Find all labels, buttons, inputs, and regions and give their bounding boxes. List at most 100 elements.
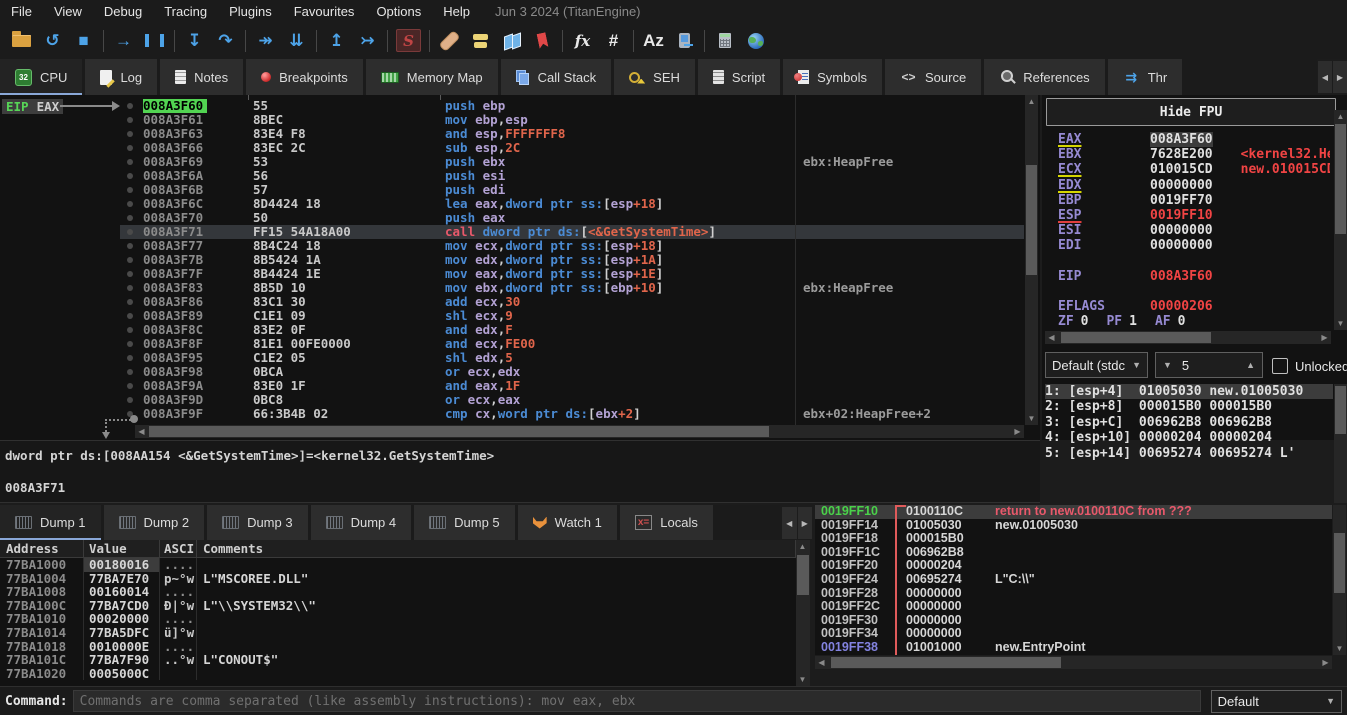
run-swallow-exception-icon[interactable]: ↠ xyxy=(250,27,281,54)
breakpoint-dot[interactable] xyxy=(120,211,143,225)
hash-icon[interactable]: # xyxy=(598,27,629,54)
step-into-icon[interactable]: ↧ xyxy=(179,27,210,54)
menu-view[interactable]: View xyxy=(43,4,93,19)
scroll-left-icon[interactable]: ◀ xyxy=(1045,331,1058,344)
tab-dump-1[interactable]: Dump 1 xyxy=(0,505,101,540)
breakpoint-dot[interactable] xyxy=(120,337,143,351)
breakpoint-dot[interactable] xyxy=(120,365,143,379)
tab-cpu[interactable]: 32CPU xyxy=(0,59,82,95)
dump-row[interactable]: 77BA10180010000E.... xyxy=(0,640,796,654)
scroll-down-icon[interactable]: ▼ xyxy=(1025,412,1038,425)
dump-tab-scroll-right-button[interactable]: ▶ xyxy=(798,507,813,539)
argument-row[interactable]: 3: [esp+C] 006962B8 006962B8 xyxy=(1045,415,1333,430)
tab-seh[interactable]: SEH xyxy=(614,59,695,95)
flag-value[interactable]: 1 xyxy=(1129,314,1137,329)
disasm-row[interactable]: 008A3F9F66:3B4B 02cmp cx,word ptr ds:[eb… xyxy=(120,407,1024,421)
run-to-user-code-icon[interactable]: ↣ xyxy=(352,27,383,54)
execute-till-return-icon[interactable]: ↥ xyxy=(321,27,352,54)
disassembly-vertical-scrollbar[interactable]: ▲ ▼ xyxy=(1025,95,1038,425)
breakpoint-dot[interactable] xyxy=(120,113,143,127)
tab-scroll-left-button[interactable]: ◀ xyxy=(1318,61,1332,93)
breakpoint-dot[interactable] xyxy=(120,379,143,393)
scroll-up-icon[interactable]: ▲ xyxy=(1025,95,1038,108)
dump-vertical-scrollbar[interactable]: ▲ ▼ xyxy=(796,540,810,686)
column-header-value[interactable]: Value xyxy=(84,540,160,557)
stack-row[interactable]: 0019FF1401005030new.01005030 xyxy=(815,519,1332,533)
register-esp[interactable]: ESP0019FF10 xyxy=(1058,208,1330,223)
argument-row[interactable]: 5: [esp+14] 00695274 00695274 L' xyxy=(1045,446,1333,461)
step-over-icon[interactable]: ↷ xyxy=(210,27,241,54)
scrollbar-thumb[interactable] xyxy=(1061,332,1211,343)
run-icon[interactable]: → xyxy=(108,27,139,54)
scroll-left-icon[interactable]: ◀ xyxy=(815,656,828,669)
dump-row[interactable]: 77BA100800160014.... xyxy=(0,585,796,599)
breakpoint-dot[interactable] xyxy=(120,99,143,113)
tab-dump-4[interactable]: Dump 4 xyxy=(311,505,412,540)
command-profile-select[interactable]: Default ▼ xyxy=(1211,690,1342,713)
pause-icon[interactable] xyxy=(139,27,170,54)
comment-icon[interactable] xyxy=(465,27,496,54)
menu-plugins[interactable]: Plugins xyxy=(218,4,283,19)
calling-convention-select[interactable]: Default (stdc ▼ xyxy=(1045,352,1148,378)
stack-row[interactable]: 0019FF2C00000000 xyxy=(815,600,1332,614)
register-edi[interactable]: EDI00000000 xyxy=(1058,238,1330,253)
disasm-row[interactable]: 008A3F6383E4 F8and esp,FFFFFFF8 xyxy=(120,127,1024,141)
menu-tracing[interactable]: Tracing xyxy=(153,4,218,19)
registers-vertical-scrollbar[interactable]: ▲ ▼ xyxy=(1334,110,1347,330)
register-eax[interactable]: EAX008A3F60 xyxy=(1058,132,1330,147)
patch-icon[interactable] xyxy=(434,27,465,54)
register-ebx[interactable]: EBX7628E200<kernel32.He xyxy=(1058,147,1330,162)
breakpoint-dot[interactable] xyxy=(120,253,143,267)
tab-scroll-right-button[interactable]: ▶ xyxy=(1333,61,1347,93)
disasm-row[interactable]: 008A3F8683C1 30add ecx,30 xyxy=(120,295,1024,309)
scrollbar-thumb[interactable] xyxy=(1026,165,1037,275)
argument-depth-stepper[interactable]: ▼ 5 ▲ xyxy=(1155,352,1263,378)
dump-tab-scroll-left-button[interactable]: ◀ xyxy=(782,507,797,539)
disasm-row[interactable]: 008A3F8C83E2 0Fand edx,F xyxy=(120,323,1024,337)
menu-debug[interactable]: Debug xyxy=(93,4,153,19)
argument-row[interactable]: 1: [esp+4] 01005030 new.01005030 xyxy=(1045,384,1333,399)
tab-symbols[interactable]: Symbols xyxy=(783,59,882,95)
disasm-row[interactable]: 008A3F6C8D4424 18lea eax,dword ptr ss:[e… xyxy=(120,197,1024,211)
scroll-down-icon[interactable]: ▼ xyxy=(1334,317,1347,330)
disasm-row[interactable]: 008A3F95C1E2 05shl edx,5 xyxy=(120,351,1024,365)
scroll-left-icon[interactable]: ◀ xyxy=(135,425,148,438)
bookmark-icon[interactable] xyxy=(527,27,558,54)
disasm-row[interactable]: 008A3F6683EC 2Csub esp,2C xyxy=(120,141,1024,155)
breakpoint-dot[interactable] xyxy=(120,127,143,141)
menu-help[interactable]: Help xyxy=(432,4,481,19)
column-header-comments[interactable]: Comments xyxy=(197,540,796,557)
spin-up-icon[interactable]: ▲ xyxy=(1246,360,1255,370)
register-edx[interactable]: EDX00000000 xyxy=(1058,178,1330,193)
tab-dump-5[interactable]: Dump 5 xyxy=(414,505,515,540)
breakpoint-dot[interactable] xyxy=(120,183,143,197)
register-eflags[interactable]: EFLAGS00000206 xyxy=(1058,299,1330,314)
register-esi[interactable]: ESI00000000 xyxy=(1058,223,1330,238)
disasm-row[interactable]: 008A3F7050push eax xyxy=(120,211,1024,225)
scrollbar-thumb[interactable] xyxy=(831,657,1061,668)
animate-into-icon[interactable]: ⇊ xyxy=(281,27,312,54)
stack-row[interactable]: 0019FF3400000000 xyxy=(815,627,1332,641)
dump-row[interactable]: 77BA100000180016.... xyxy=(0,558,796,572)
disassembly-horizontal-scrollbar[interactable]: ◀ ▶ xyxy=(135,425,1024,438)
menu-options[interactable]: Options xyxy=(365,4,432,19)
stack-row[interactable]: 0019FF2000000204 xyxy=(815,559,1332,573)
stack-row[interactable]: 0019FF2800000000 xyxy=(815,587,1332,601)
breakpoint-dot[interactable] xyxy=(120,393,143,407)
disasm-row[interactable]: 008A3F778B4C24 18mov ecx,dword ptr ss:[e… xyxy=(120,239,1024,253)
stack-vertical-scrollbar[interactable]: ▼ xyxy=(1333,505,1346,655)
open-file-icon[interactable] xyxy=(6,27,37,54)
dump-row[interactable]: 77BA101477BA5DFCü]°w xyxy=(0,626,796,640)
breakpoint-dot[interactable] xyxy=(120,225,143,239)
dump-row[interactable]: 77BA101000020000.... xyxy=(0,612,796,626)
flag-value[interactable]: 0 xyxy=(1178,314,1186,329)
scroll-down-icon[interactable]: ▼ xyxy=(1333,642,1346,655)
disasm-row[interactable]: 008A3F618BECmov ebp,esp xyxy=(120,113,1024,127)
calculator-icon[interactable] xyxy=(709,27,740,54)
tab-references[interactable]: References xyxy=(984,59,1104,95)
scroll-right-icon[interactable]: ▶ xyxy=(1318,331,1331,344)
breakpoint-dot[interactable] xyxy=(120,169,143,183)
disasm-row[interactable]: 008A3F7F8B4424 1Emov eax,dword ptr ss:[e… xyxy=(120,267,1024,281)
disasm-row[interactable]: 008A3F7B8B5424 1Amov edx,dword ptr ss:[e… xyxy=(120,253,1024,267)
stack-row[interactable]: 0019FF18000015B0 xyxy=(815,532,1332,546)
